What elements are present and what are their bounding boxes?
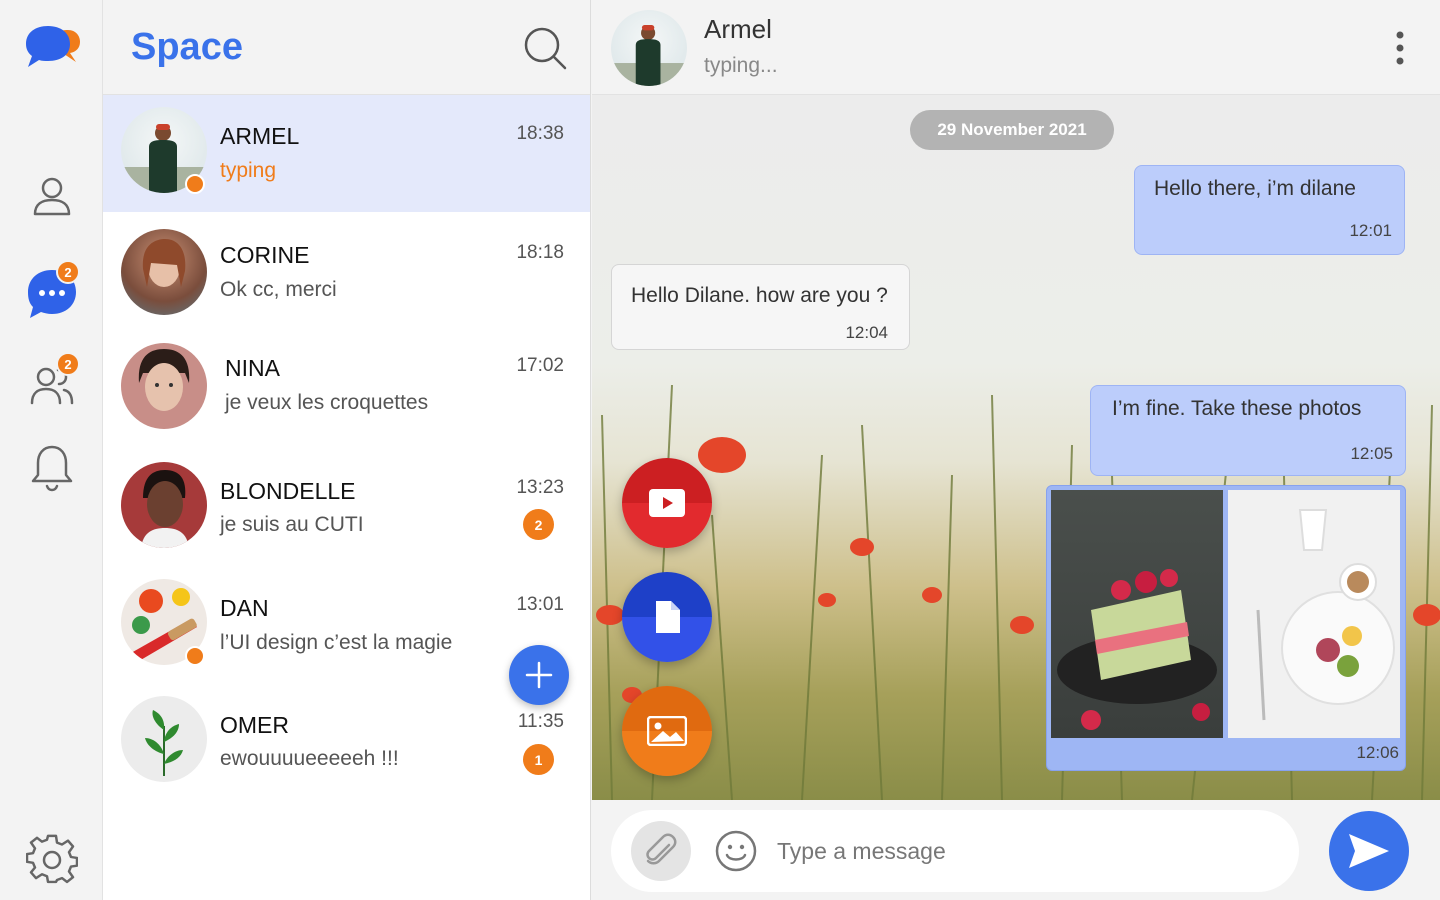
paperclip-icon — [646, 833, 677, 865]
more-vertical-icon[interactable] — [1388, 30, 1412, 66]
chats-nav-button[interactable]: 2 — [26, 260, 80, 320]
conversation-item[interactable]: ARMEL typing 18:38 — [103, 95, 590, 212]
message-preview: je suis au CUTI — [220, 513, 364, 536]
avatar — [121, 696, 207, 782]
message-time: 18:38 — [516, 123, 564, 144]
message-text: Hello there, i’m dilane — [1154, 177, 1356, 200]
message-preview: Ok cc, merci — [220, 278, 337, 301]
notifications-nav-button[interactable] — [26, 442, 78, 494]
message-time: 12:06 — [1356, 743, 1399, 762]
contact-name: NINA — [225, 355, 280, 381]
contact-name: OMER — [220, 712, 289, 738]
send-icon — [1349, 834, 1389, 868]
emoji-icon[interactable] — [715, 830, 757, 872]
chat-header: Armel typing... — [592, 0, 1440, 95]
chat-contact-status: typing... — [704, 54, 778, 77]
message-preview: je veux les croquettes — [225, 391, 429, 414]
share-video-button[interactable] — [622, 458, 712, 548]
conversation-list: Space ARMEL typing 18:38 CORINE Ok cc, m… — [103, 0, 591, 900]
conversation-item[interactable]: CORINE Ok cc, merci 18:18 — [103, 212, 590, 329]
nav-rail: 2 2 — [0, 0, 103, 900]
avatar — [121, 462, 207, 548]
chat-contact-name: Armel — [704, 14, 772, 44]
plus-icon — [525, 661, 553, 689]
app-logo-icon — [26, 26, 80, 67]
message-text: I’m fine. Take these photos — [1112, 397, 1362, 420]
unread-badge: 1 — [523, 744, 554, 775]
message-preview: typing — [220, 159, 277, 182]
contacts-unread-badge: 2 — [56, 352, 80, 376]
online-indicator — [185, 646, 205, 666]
contact-name: ARMEL — [220, 123, 300, 149]
message-time: 12:01 — [1349, 221, 1392, 240]
contact-name: CORINE — [220, 242, 310, 268]
profile-nav-button[interactable] — [26, 170, 78, 222]
conversation-item[interactable]: NINA je veux les croquettes 17:02 — [103, 329, 590, 446]
message-time: 12:05 — [1350, 444, 1393, 463]
youtube-icon — [649, 489, 685, 517]
app-title: Space — [131, 26, 243, 68]
image-icon — [647, 716, 687, 746]
message-time: 13:01 — [516, 594, 564, 615]
photo-breakfast[interactable] — [1228, 490, 1400, 738]
message-bubble: Hello Dilane. how are you ? 12:04 — [611, 264, 910, 350]
conversation-item[interactable]: BLONDELLE je suis au CUTI 13:23 2 — [103, 446, 590, 563]
message-area: 29 November 2021 Hello there, i’m dilane… — [592, 95, 1440, 800]
settings-icon — [26, 834, 78, 884]
contact-name: BLONDELLE — [220, 478, 356, 504]
bell-icon — [31, 445, 73, 492]
message-input-container — [611, 810, 1299, 892]
contacts-nav-button[interactable]: 2 — [26, 352, 80, 412]
message-time: 12:04 — [845, 323, 888, 342]
message-time: 17:02 — [516, 355, 564, 376]
message-time: 11:35 — [517, 711, 564, 732]
message-preview: l’UI design c’est la magie — [220, 631, 453, 654]
conversation-item[interactable]: OMER ewouuuueeeeeh !!! 11:35 1 — [103, 680, 590, 797]
date-separator: 29 November 2021 — [910, 110, 1114, 150]
send-button[interactable] — [1329, 811, 1409, 891]
share-document-button[interactable] — [622, 572, 712, 662]
message-preview: ewouuuueeeeeh !!! — [220, 747, 399, 770]
list-header: Space — [103, 0, 590, 95]
settings-nav-button[interactable] — [26, 834, 78, 886]
avatar — [121, 343, 207, 429]
message-bubble: Hello there, i’m dilane 12:01 — [1134, 165, 1405, 255]
unread-badge: 2 — [523, 509, 554, 540]
avatar — [121, 229, 207, 315]
photo-cake[interactable] — [1051, 490, 1223, 738]
message-time: 13:23 — [516, 477, 564, 498]
chat-panel: Armel typing... 29 November 2021 Hello t… — [592, 0, 1440, 900]
document-icon — [656, 601, 680, 633]
chats-unread-badge: 2 — [56, 260, 80, 284]
chat-contact-avatar[interactable] — [611, 10, 687, 86]
share-image-button[interactable] — [622, 686, 712, 776]
message-text: Hello Dilane. how are you ? — [631, 284, 888, 307]
message-composer — [592, 800, 1440, 900]
contact-name: DAN — [220, 595, 269, 621]
profile-icon — [33, 177, 71, 216]
message-bubble: I’m fine. Take these photos 12:05 — [1090, 385, 1406, 476]
online-indicator — [185, 174, 205, 194]
attach-button[interactable] — [631, 821, 691, 881]
search-icon[interactable] — [523, 26, 567, 70]
message-time: 18:18 — [516, 242, 564, 263]
new-conversation-button[interactable] — [509, 645, 569, 705]
message-input[interactable] — [777, 828, 1257, 874]
photo-message: 12:06 — [1046, 485, 1406, 771]
